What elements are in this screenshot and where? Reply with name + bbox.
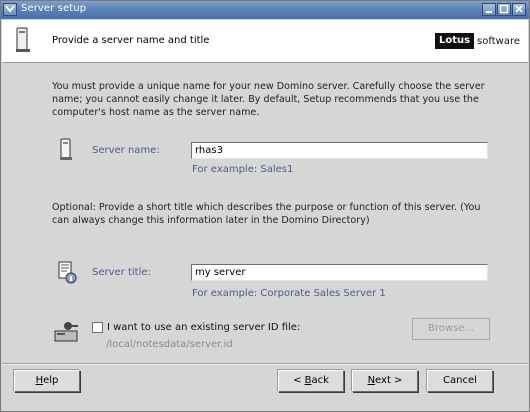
key-disk-icon xyxy=(54,322,78,342)
server-icon xyxy=(16,27,30,52)
server-name-input[interactable] xyxy=(191,142,488,159)
lotus-software-logo: Lotus software xyxy=(434,33,520,49)
cancel-button[interactable]: Cancel xyxy=(427,370,493,392)
existing-id-label[interactable]: I want to use an existing server ID file… xyxy=(107,322,300,333)
minimize-icon xyxy=(486,11,492,13)
minimize-button[interactable] xyxy=(482,3,496,16)
close-button[interactable] xyxy=(512,3,526,16)
help-label: elp xyxy=(43,375,59,386)
setup-window: Server setup Provide a server name and t… xyxy=(0,0,530,412)
id-file-path: /local/notesdata/server.id xyxy=(106,339,233,350)
chevron-down-icon xyxy=(5,5,15,13)
wizard-header: Provide a server name and title Lotus so… xyxy=(2,20,528,63)
software-text: software xyxy=(477,35,520,47)
existing-id-checkbox[interactable] xyxy=(92,322,103,333)
window-menu-button[interactable] xyxy=(3,3,17,16)
server-tower-icon xyxy=(60,138,72,160)
wizard-footer: Help < Back Next > Cancel xyxy=(2,365,528,411)
optional-text: Optional: Provide a short title which de… xyxy=(52,202,481,226)
window-title: Server setup xyxy=(21,3,87,14)
server-title-input[interactable] xyxy=(191,264,488,281)
intro-text: You must provide a unique name for your … xyxy=(52,81,485,118)
help-button[interactable]: Help xyxy=(14,370,80,392)
server-name-example: For example: Sales1 xyxy=(192,164,294,175)
back-label: ack xyxy=(311,375,329,386)
maximize-icon xyxy=(499,4,509,14)
server-title-label: Server title: xyxy=(92,267,151,278)
wizard-body: You must provide a unique name for your … xyxy=(2,63,528,363)
close-icon xyxy=(515,5,523,13)
help-mnemonic: H xyxy=(35,375,44,386)
server-name-label: Server name: xyxy=(92,145,160,156)
next-mnemonic: N xyxy=(367,375,376,386)
document-info-icon xyxy=(58,261,77,284)
browse-button[interactable]: Browse... xyxy=(412,318,490,340)
back-button[interactable]: < Back xyxy=(278,370,344,392)
server-title-example: For example: Corporate Sales Server 1 xyxy=(192,288,386,299)
back-prefix: < xyxy=(293,375,305,386)
maximize-button[interactable] xyxy=(497,3,511,16)
title-bar: Server setup xyxy=(1,1,529,19)
next-label: ext > xyxy=(375,375,403,386)
lotus-mark: Lotus xyxy=(434,33,475,49)
header-prompt: Provide a server name and title xyxy=(52,35,210,46)
back-mnemonic: B xyxy=(304,375,312,386)
next-button[interactable]: Next > xyxy=(352,370,418,392)
